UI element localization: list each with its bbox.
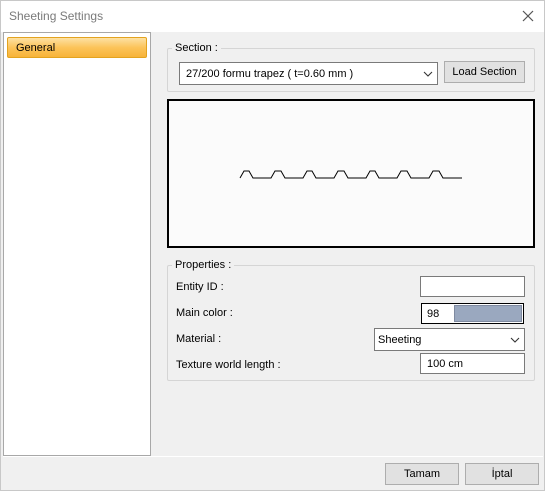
material-dropdown[interactable]: Sheeting — [374, 328, 525, 351]
ok-button[interactable]: Tamam — [385, 463, 459, 485]
chevron-down-icon — [510, 337, 520, 343]
chevron-down-icon — [423, 71, 433, 77]
section-dropdown[interactable]: 27/200 formu trapez ( t=0.60 mm ) — [179, 62, 438, 85]
title-bar: Sheeting Settings — [1, 1, 544, 32]
texture-world-length-label: Texture world length : — [176, 359, 281, 371]
entity-id-label: Entity ID : — [176, 281, 224, 293]
load-section-button[interactable]: Load Section — [444, 61, 525, 83]
cancel-button[interactable]: İptal — [465, 463, 539, 485]
texture-world-length-value: 100 cm — [427, 358, 464, 370]
main-color-picker[interactable]: 98 — [421, 303, 524, 324]
footer-divider — [3, 456, 543, 457]
material-label: Material : — [176, 333, 222, 345]
entity-id-field[interactable] — [420, 276, 525, 297]
sidebar-item-label: General — [16, 42, 56, 54]
texture-world-length-field[interactable]: 100 cm — [420, 353, 525, 374]
section-preview-canvas — [167, 99, 535, 248]
sidebar-nav: General — [3, 32, 151, 456]
properties-group-label: Properties : — [172, 259, 235, 271]
sheeting-settings-dialog: Sheeting Settings General Section : 27/2… — [0, 0, 545, 491]
section-dropdown-value: 27/200 formu trapez ( t=0.60 mm ) — [186, 68, 354, 80]
window-title: Sheeting Settings — [9, 9, 104, 23]
main-color-label: Main color : — [176, 307, 233, 319]
close-icon — [522, 10, 534, 22]
close-button[interactable] — [518, 6, 538, 26]
trapezoid-profile-drawing — [239, 170, 462, 179]
main-color-swatch — [454, 305, 522, 322]
material-dropdown-value: Sheeting — [378, 334, 422, 346]
main-color-index: 98 — [427, 308, 440, 320]
section-group-label: Section : — [172, 42, 221, 54]
sidebar-item-general[interactable]: General — [7, 37, 147, 58]
